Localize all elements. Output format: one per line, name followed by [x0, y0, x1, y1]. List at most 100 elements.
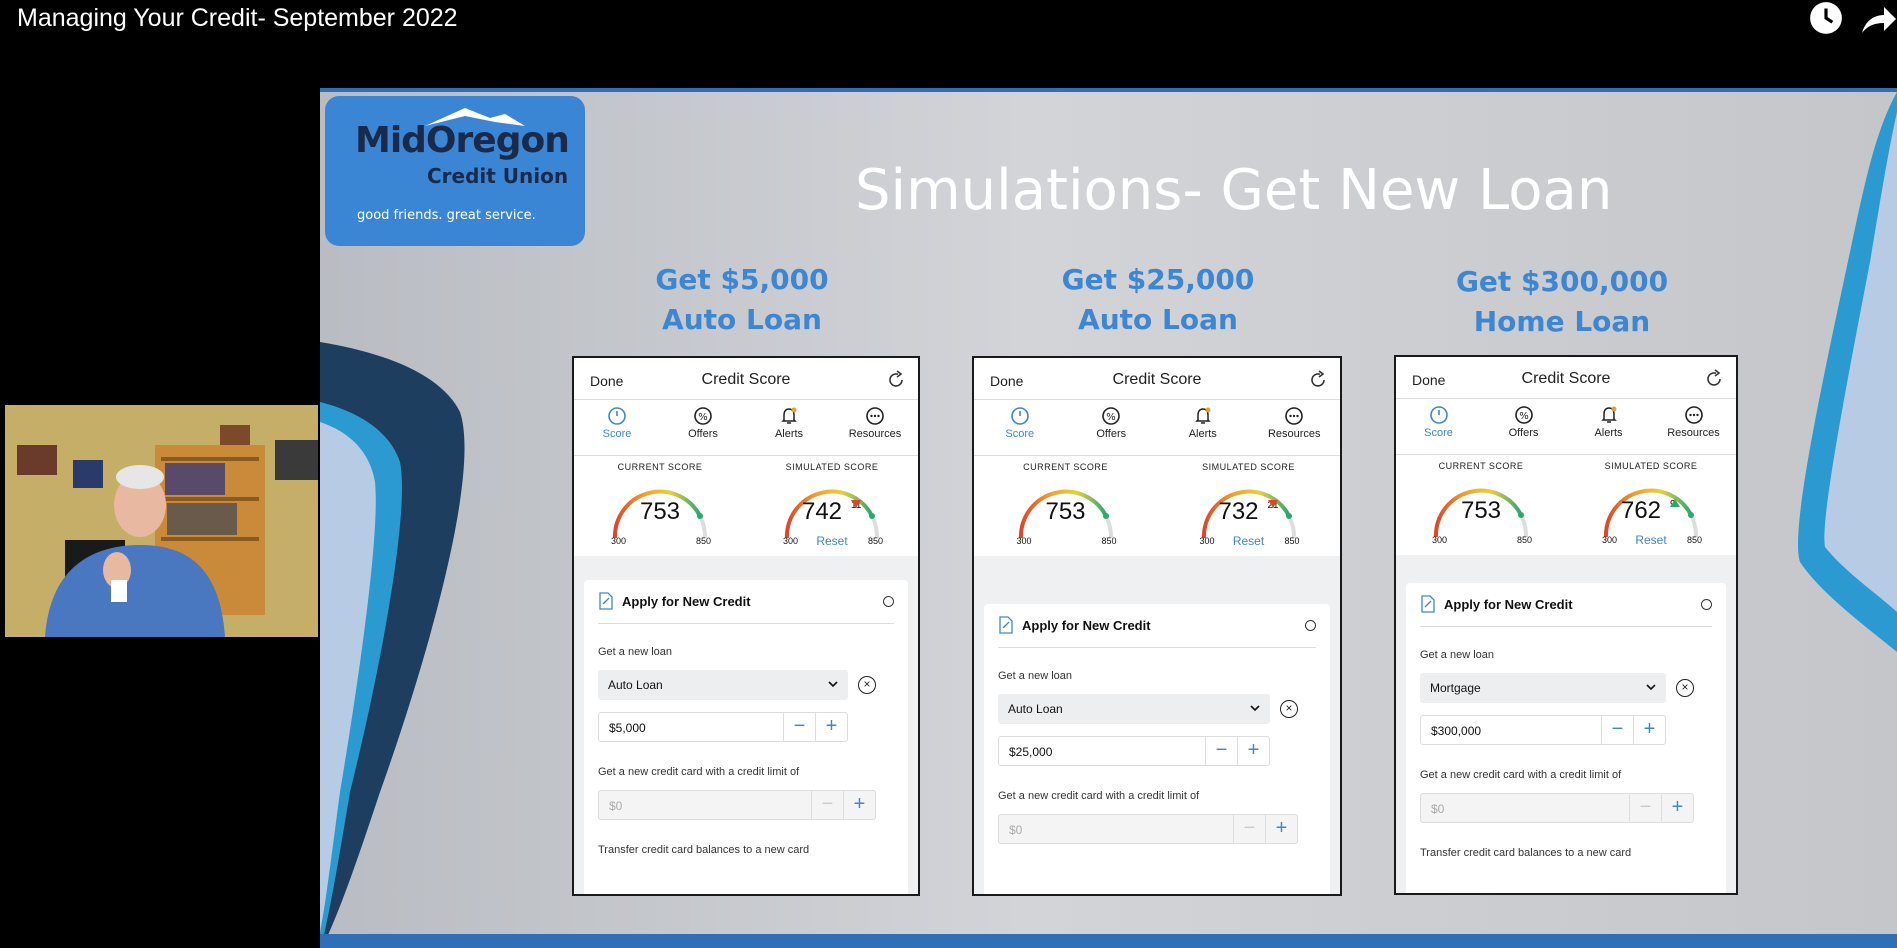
tab-resources[interactable]: Resources [832, 406, 918, 440]
arrow-down-icon [1267, 500, 1278, 508]
tab-score[interactable]: Score [974, 406, 1066, 440]
apply-credit-card: Apply for New Credit Get a new loan Auto… [984, 604, 1330, 894]
apply-credit-card: Apply for New Credit Get a new loan Auto… [584, 580, 908, 894]
decrement-button: − [811, 791, 843, 819]
score-max: 850 [695, 536, 711, 546]
loan-type-value: Auto Loan [1008, 702, 1063, 716]
simulated-score-gauge: 762 9 300 850 Reset [1596, 475, 1706, 547]
increment-button[interactable]: + [815, 713, 847, 741]
reset-button[interactable]: Reset [1596, 533, 1706, 547]
current-score-value: 753 [1460, 497, 1502, 524]
tab-offers[interactable]: % Offers [1066, 406, 1158, 440]
increment-button[interactable]: + [1661, 794, 1693, 822]
apply-credit-card: Apply for New Credit Get a new loan Mort… [1406, 583, 1726, 893]
refresh-icon[interactable] [1308, 370, 1328, 390]
tab-offers[interactable]: % Offers [660, 406, 746, 440]
offers-percent-icon: % [1481, 405, 1566, 425]
loan-type-value: Auto Loan [608, 678, 663, 692]
simulated-score-label: SIMULATED SCORE [1604, 461, 1698, 471]
loan-amount-stepper[interactable]: $300,000 − + [1420, 715, 1666, 745]
column-heading-3: Get $300,000 Home Loan [1455, 265, 1669, 338]
scores-panel: CURRENT SCORE 753 300 850 SIMULATED SCOR… [1396, 455, 1736, 555]
tab-label: Offers [688, 428, 718, 440]
increment-button[interactable]: + [1633, 716, 1665, 744]
loan-type-select[interactable]: Auto Loan [598, 670, 848, 700]
share-icon[interactable] [1860, 2, 1896, 38]
credit-score-phone-1: Done Credit Score Score % Offers Alerts … [572, 356, 920, 896]
remove-loan-icon[interactable]: × [858, 676, 876, 694]
credit-score-phone-2: Done Credit Score Score % Offers Alerts … [972, 356, 1342, 896]
decrement-button[interactable]: − [783, 713, 815, 741]
current-score-gauge: 753 300 850 [1426, 475, 1536, 545]
decrement-button[interactable]: − [1205, 737, 1237, 765]
column-heading-2: Get $25,000 Auto Loan [1061, 263, 1255, 336]
credit-limit-stepper[interactable]: $0 − + [598, 790, 876, 820]
simulated-score-label: SIMULATED SCORE [785, 462, 879, 472]
credit-card-label: Get a new credit card with a credit limi… [598, 766, 800, 778]
tab-score[interactable]: Score [1396, 405, 1481, 439]
loan-type-select[interactable]: Auto Loan [998, 694, 1270, 724]
video-top-bar: Managing Your Credit- September 2022 [0, 0, 1897, 40]
info-icon[interactable] [1305, 620, 1316, 631]
info-icon[interactable] [1701, 599, 1712, 610]
tab-alerts[interactable]: Alerts [746, 406, 832, 440]
simulated-score-gauge: 742 11 300 850 Reset [777, 476, 887, 548]
tab-alerts[interactable]: Alerts [1157, 406, 1249, 440]
loan-type-value: Mortgage [1430, 681, 1481, 695]
tab-label: Alerts [1594, 427, 1623, 439]
alerts-bell-icon [1566, 405, 1651, 425]
tab-resources[interactable]: Resources [1651, 405, 1736, 439]
score-gauge-icon [974, 406, 1066, 426]
info-icon[interactable] [883, 596, 894, 607]
reset-button[interactable]: Reset [1194, 534, 1304, 548]
phone-title: Credit Score [701, 371, 791, 388]
score-min: 300 [611, 536, 627, 546]
card-title: Apply for New Credit [622, 594, 751, 609]
card-header: Apply for New Credit [998, 604, 1316, 648]
tab-offers[interactable]: % Offers [1481, 405, 1566, 439]
credit-limit-value: $0 [609, 799, 623, 813]
current-score-block: CURRENT SCORE 753 300 850 [1396, 461, 1566, 545]
tab-resources[interactable]: Resources [1249, 406, 1341, 440]
phone-title: Credit Score [1112, 371, 1202, 388]
score-min: 300 [1432, 535, 1448, 545]
credit-limit-stepper[interactable]: $0 − + [998, 814, 1298, 844]
simulated-score-block: SIMULATED SCORE 732 21 300 850 Reset [1157, 462, 1340, 548]
credit-card-label: Get a new credit card with a credit limi… [998, 790, 1200, 802]
increment-button[interactable]: + [843, 791, 875, 819]
phone-header: Done Credit Score [974, 358, 1340, 400]
clock-icon[interactable] [1808, 0, 1844, 36]
phone-header: Done Credit Score [1396, 357, 1736, 399]
tab-label: Alerts [1188, 428, 1217, 440]
refresh-icon[interactable] [1704, 369, 1724, 389]
column-heading-1: Get $5,000 Auto Loan [655, 263, 829, 336]
refresh-icon[interactable] [886, 370, 906, 390]
scores-panel: CURRENT SCORE 753 300 850 SIMULATED SCOR… [574, 456, 918, 556]
current-score-gauge: 753 300 850 [605, 476, 715, 546]
decrement-button[interactable]: − [1601, 716, 1633, 744]
current-score-label: CURRENT SCORE [617, 462, 703, 472]
simulated-score-block: SIMULATED SCORE 762 9 300 850 Reset [1566, 461, 1736, 547]
loan-amount-value: $5,000 [609, 721, 646, 735]
credit-limit-value: $0 [1009, 823, 1023, 837]
credit-limit-stepper[interactable]: $0 − + [1420, 793, 1694, 823]
loan-amount-stepper[interactable]: $25,000 − + [998, 736, 1270, 766]
loan-type-select[interactable]: Mortgage [1420, 673, 1666, 703]
slide-bottom-bar [320, 934, 1897, 948]
reset-button[interactable]: Reset [777, 534, 887, 548]
tab-alerts[interactable]: Alerts [1566, 405, 1651, 439]
remove-loan-icon[interactable]: × [1676, 679, 1694, 697]
loan-amount-stepper[interactable]: $5,000 − + [598, 712, 848, 742]
remove-loan-icon[interactable]: × [1280, 700, 1298, 718]
loan-label: Get a new loan [998, 670, 1072, 682]
chevron-down-icon [1250, 705, 1260, 712]
resources-dots-icon [1651, 405, 1736, 425]
arrow-down-icon [851, 500, 861, 508]
decrement-button: − [1233, 815, 1265, 843]
increment-button[interactable]: + [1265, 815, 1297, 843]
phone-title: Credit Score [1521, 370, 1611, 387]
increment-button[interactable]: + [1237, 737, 1269, 765]
tab-score[interactable]: Score [574, 406, 660, 440]
document-edit-icon [999, 616, 1013, 634]
card-title: Apply for New Credit [1022, 618, 1151, 633]
